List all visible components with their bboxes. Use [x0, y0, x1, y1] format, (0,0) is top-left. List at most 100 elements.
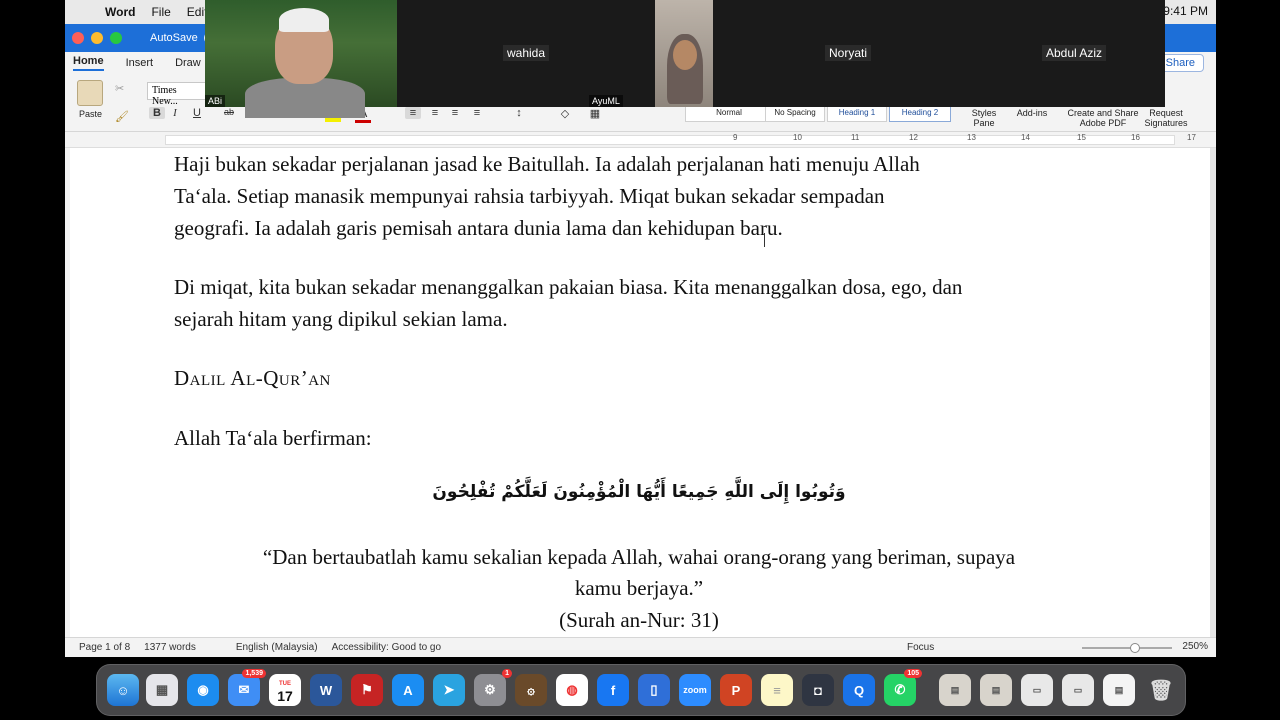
paste-label[interactable]: Paste — [79, 109, 102, 119]
participant-tile-noryati[interactable]: Noryati — [713, 0, 983, 107]
participant-video-noryati[interactable] — [655, 0, 713, 107]
add-ins-button[interactable]: Add-ins — [1011, 108, 1053, 118]
paste-icon[interactable] — [77, 80, 103, 106]
participant-tile-abi[interactable]: ABi — [205, 0, 397, 118]
menu-app-name[interactable]: Word — [105, 5, 135, 19]
ruler-number: 13 — [967, 133, 976, 142]
whatsapp-icon[interactable]: ✆ 105 — [884, 669, 922, 706]
document-area[interactable]: Haji bukan sekadar perjalanan jasad ke B… — [65, 148, 1216, 637]
translation-line: “Dan bertaubatlah kamu sekalian kepada A… — [262, 545, 1016, 569]
document-thumbnail-icon[interactable]: ▭ — [1021, 674, 1053, 706]
document-thumbnail-icon[interactable]: ▤ — [980, 674, 1012, 706]
participant-name: wahida — [502, 45, 550, 61]
paragraph-line: Di miqat, kita bukan sekadar menanggalka… — [174, 275, 963, 299]
zoom-slider[interactable] — [1082, 643, 1172, 653]
align-left-icon[interactable]: ≡ — [405, 107, 421, 119]
mail-badge: 1,539 — [242, 669, 266, 678]
menu-file[interactable]: File — [151, 5, 170, 19]
highlight-color-icon[interactable] — [325, 118, 341, 122]
adobe-pdf-button[interactable]: Create and Share Adobe PDF — [1063, 108, 1143, 128]
zoom-level[interactable]: 250% — [1182, 641, 1208, 652]
launchpad-icon[interactable]: ▦ — [146, 674, 178, 706]
underline-button[interactable]: U — [189, 107, 205, 119]
notes-icon[interactable]: ≡ — [761, 674, 793, 706]
horizontal-ruler[interactable]: 9 10 11 12 13 14 15 16 17 — [65, 132, 1216, 148]
participant-name: Noryati — [824, 45, 872, 61]
tab-draw[interactable]: Draw — [175, 57, 201, 69]
dock: ☺ ▦ ◉ ✉ 1,539 TUE 17 W ⚑ A ➤ ⚙ 1 ۞ ◍ f ▯ z… — [96, 664, 1186, 716]
paragraph-line: geografi. Ia adalah garis pemisah antara… — [174, 216, 783, 240]
close-window-button[interactable] — [72, 32, 84, 44]
video-call-strip: ABi wahida AyuML Noryati Abdul Aziz — [205, 0, 1165, 118]
translation-line: kamu berjaya.” — [574, 576, 704, 600]
cut-icon[interactable]: ✂ — [115, 82, 124, 95]
section-heading[interactable]: Dalil Al-Qur’an — [174, 362, 331, 394]
screen-app-icon[interactable]: ◘ — [802, 674, 834, 706]
telegram-icon[interactable]: ➤ — [433, 674, 465, 706]
acrobat-icon[interactable]: ⚑ — [351, 674, 383, 706]
paragraph-2[interactable]: Di miqat, kita bukan sekadar menanggalka… — [174, 271, 962, 335]
calendar-icon[interactable]: TUE 17 — [269, 674, 301, 706]
minimize-window-button[interactable] — [91, 32, 103, 44]
powerpoint-icon[interactable]: P — [720, 674, 752, 706]
justify-icon[interactable]: ≡ — [469, 107, 485, 119]
word-count[interactable]: 1377 words — [144, 642, 196, 653]
language-status[interactable]: English (Malaysia) — [236, 642, 318, 653]
app-store-icon[interactable]: A — [392, 674, 424, 706]
translation[interactable]: “Dan bertaubatlah kamu sekalian kepada A… — [174, 542, 1104, 604]
whatsapp-badge: 105 — [904, 669, 922, 678]
desktop: Word File Edit 9:41 PM AutoSave Home Ins… — [0, 0, 1280, 720]
ruler-number: 10 — [793, 133, 802, 142]
focus-button[interactable]: Focus — [907, 642, 934, 653]
zoom-window-button[interactable] — [110, 32, 122, 44]
share-label: Share — [1165, 57, 1195, 69]
quicktime-icon[interactable]: Q — [843, 674, 875, 706]
remote-app-icon[interactable]: ▯ — [638, 674, 670, 706]
finder-icon[interactable]: ☺ — [107, 674, 139, 706]
zoom-icon[interactable]: zoom — [679, 674, 711, 706]
align-right-icon[interactable]: ≡ — [447, 107, 463, 119]
italic-button[interactable]: I — [167, 107, 183, 119]
settings-icon[interactable]: ⚙ 1 — [474, 669, 512, 706]
font-name-field[interactable]: Times New... — [147, 82, 207, 107]
document-thumbnail-icon[interactable]: ▤ — [1103, 674, 1135, 706]
ruler-number: 14 — [1021, 133, 1030, 142]
trash-icon[interactable]: 🗑 — [1145, 674, 1177, 706]
chrome-icon[interactable]: ◍ — [556, 674, 588, 706]
word-icon[interactable]: W — [310, 674, 342, 706]
participant-name: Abdul Aziz — [1041, 45, 1107, 61]
facebook-icon[interactable]: f — [597, 674, 629, 706]
document-thumbnail-icon[interactable]: ▤ — [939, 674, 971, 706]
arabic-verse[interactable]: وَتُوبُوا إِلَى اللَّهِ جَمِيعًا أَيُّهَ… — [174, 482, 1104, 502]
participant-tile-ayuml[interactable]: AyuML — [589, 0, 655, 107]
quran-app-icon[interactable]: ۞ — [515, 674, 547, 706]
request-signatures-button[interactable]: Request Signatures — [1141, 108, 1191, 128]
accessibility-status[interactable]: Accessibility: Good to go — [332, 642, 442, 653]
mail-icon[interactable]: ✉ 1,539 — [228, 669, 266, 706]
strikethrough-button[interactable]: ab — [221, 107, 237, 117]
line-spacing-icon[interactable]: ↕ — [511, 107, 527, 119]
borders-icon[interactable]: ▦ — [587, 107, 603, 120]
document-thumbnail-icon[interactable]: ▭ — [1062, 674, 1094, 706]
paragraph-1[interactable]: Haji bukan sekadar perjalanan jasad ke B… — [174, 148, 920, 244]
participant-video — [673, 40, 697, 70]
calendar-day: 17 — [277, 688, 293, 704]
zoom-slider-knob[interactable] — [1130, 643, 1140, 653]
document-page[interactable]: Haji bukan sekadar perjalanan jasad ke B… — [70, 148, 1210, 637]
styles-pane-button[interactable]: Styles Pane — [963, 108, 1005, 128]
shading-icon[interactable]: ◇ — [557, 107, 573, 120]
format-painter-icon[interactable]: 🖌 — [115, 110, 129, 123]
tab-home[interactable]: Home — [73, 55, 104, 71]
autosave-label: AutoSave — [150, 32, 198, 44]
tab-insert[interactable]: Insert — [126, 57, 154, 69]
bold-button[interactable]: B — [149, 107, 165, 119]
paragraph-line: Ta‘ala. Setiap manasik mempunyai rahsia … — [174, 184, 885, 208]
verse-reference[interactable]: (Surah an-Nur: 31) — [174, 605, 1104, 636]
participant-tile-abdul-aziz[interactable]: Abdul Aziz — [983, 0, 1165, 107]
intro-line[interactable]: Allah Ta‘ala berfirman: — [174, 422, 372, 454]
page-count[interactable]: Page 1 of 8 — [79, 642, 130, 653]
participant-video — [245, 78, 365, 118]
align-center-icon[interactable]: ≡ — [427, 107, 443, 119]
ruler-number: 11 — [851, 133, 860, 142]
safari-icon[interactable]: ◉ — [187, 674, 219, 706]
